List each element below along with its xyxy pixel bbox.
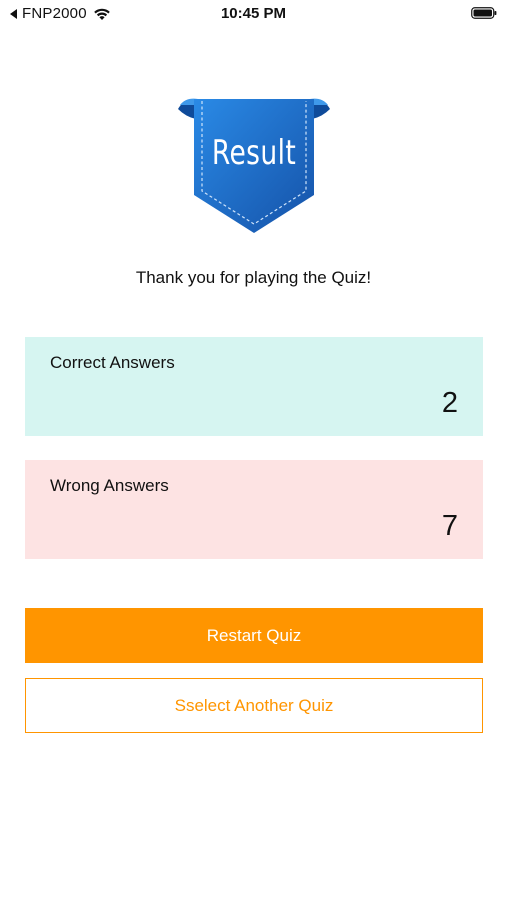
thank-you-message: Thank you for playing the Quiz!: [135, 268, 372, 287]
restart-quiz-button[interactable]: Restart Quiz: [25, 608, 483, 663]
status-time: 10:45 PM: [220, 5, 287, 22]
wrong-answers-value: 7: [441, 510, 458, 542]
wrong-answers-card: Wrong Answers 7: [25, 460, 483, 559]
select-another-quiz-button[interactable]: Sselect Another Quiz: [25, 678, 483, 733]
status-bar: FNP2000 10:45 PM: [0, 0, 507, 28]
result-badge-text: Result: [211, 133, 297, 173]
battery-icon: [471, 7, 497, 19]
wrong-answers-label: Wrong Answers: [50, 476, 169, 495]
correct-answers-value: 2: [441, 387, 458, 419]
correct-answers-label: Correct Answers: [50, 353, 175, 372]
correct-answers-card: Correct Answers 2: [25, 337, 483, 436]
